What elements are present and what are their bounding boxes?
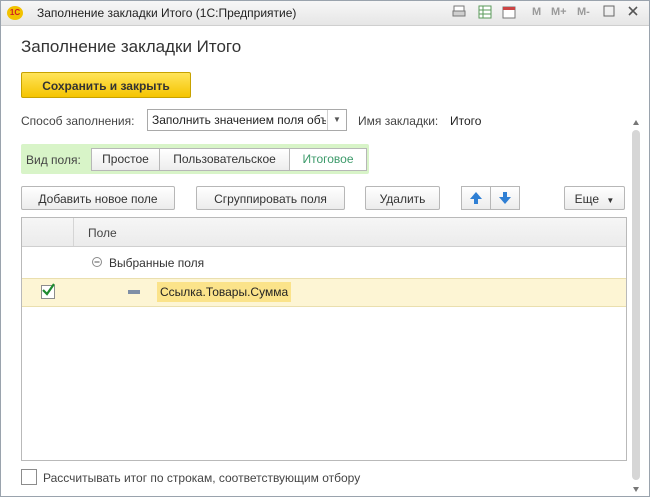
tab-name-label: Имя закладки:	[358, 114, 439, 128]
window-title: Заполнение закладки Итого (1С:Предприяти…	[37, 6, 297, 20]
move-up-button[interactable]	[461, 186, 491, 210]
table-row[interactable]: Ссылка.Товары.Сумма	[22, 278, 626, 307]
group-fields-button[interactable]: Сгруппировать поля	[196, 186, 345, 210]
spreadsheet-icon[interactable]	[477, 5, 493, 21]
move-down-button[interactable]	[490, 186, 520, 210]
save-close-button[interactable]: Сохранить и закрыть	[21, 72, 191, 98]
memory-m-button[interactable]: M	[532, 6, 541, 18]
add-field-button[interactable]: Добавить новое поле	[21, 186, 175, 210]
scroll-thumb[interactable]	[632, 130, 640, 480]
column-header-field[interactable]: Поле	[88, 226, 117, 240]
collapse-icon[interactable]	[91, 256, 103, 268]
scroll-down-icon[interactable]	[632, 485, 640, 493]
field-view-total[interactable]: Итоговое	[289, 148, 367, 171]
print-icon[interactable]	[451, 5, 467, 21]
delete-button[interactable]: Удалить	[365, 186, 440, 210]
table-row-group[interactable]: Выбранные поля	[22, 248, 626, 276]
arrow-up-icon	[470, 192, 482, 204]
table-header: Поле	[22, 218, 626, 247]
1c-logo-icon: 1С	[7, 6, 23, 20]
title-bar: 1С Заполнение закладки Итого (1С:Предпри…	[1, 1, 649, 26]
checkmark-icon	[42, 283, 55, 296]
close-icon[interactable]	[625, 5, 641, 21]
arrow-down-icon	[499, 192, 511, 204]
fill-method-label: Способ заполнения:	[21, 114, 135, 128]
column-separator	[73, 218, 74, 246]
fill-method-select[interactable]: Заполнить значением поля объекта ▼	[147, 109, 347, 131]
form-window: 1С Заполнение закладки Итого (1С:Предпри…	[0, 0, 650, 497]
field-view-custom[interactable]: Пользовательское	[159, 148, 290, 171]
form-scrollbar[interactable]	[631, 119, 641, 497]
fill-method-value: Заполнить значением поля объекта	[152, 113, 326, 127]
more-button[interactable]: Еще ▼	[564, 186, 625, 210]
memory-plus-button[interactable]: M+	[551, 6, 567, 18]
field-view-label: Вид поля:	[26, 153, 81, 167]
maximize-icon[interactable]	[601, 5, 617, 21]
field-view-simple[interactable]: Простое	[91, 148, 160, 171]
calc-total-label: Рассчитывать итог по строкам, соответств…	[43, 471, 361, 485]
fields-table[interactable]: Поле Выбранные поля Ссылка.Товары.Сумма	[21, 217, 627, 461]
scroll-up-icon[interactable]	[632, 119, 640, 127]
calendar-icon[interactable]	[501, 5, 517, 21]
tab-name-value: Итого	[450, 114, 482, 128]
group-label: Выбранные поля	[109, 256, 205, 270]
row-field-value: Ссылка.Товары.Сумма	[157, 282, 292, 302]
row-checkbox[interactable]	[41, 283, 55, 299]
dropdown-arrow-icon[interactable]: ▼	[327, 110, 346, 130]
field-item-icon	[128, 290, 140, 294]
chevron-down-icon: ▼	[606, 196, 615, 205]
field-view-group: Вид поля: Простое Пользовательское Итого…	[21, 144, 369, 174]
calc-total-checkbox[interactable]	[21, 469, 37, 485]
form-heading: Заполнение закладки Итого	[21, 37, 242, 56]
memory-minus-button[interactable]: M-	[577, 6, 590, 18]
more-label: Еще	[574, 192, 600, 206]
